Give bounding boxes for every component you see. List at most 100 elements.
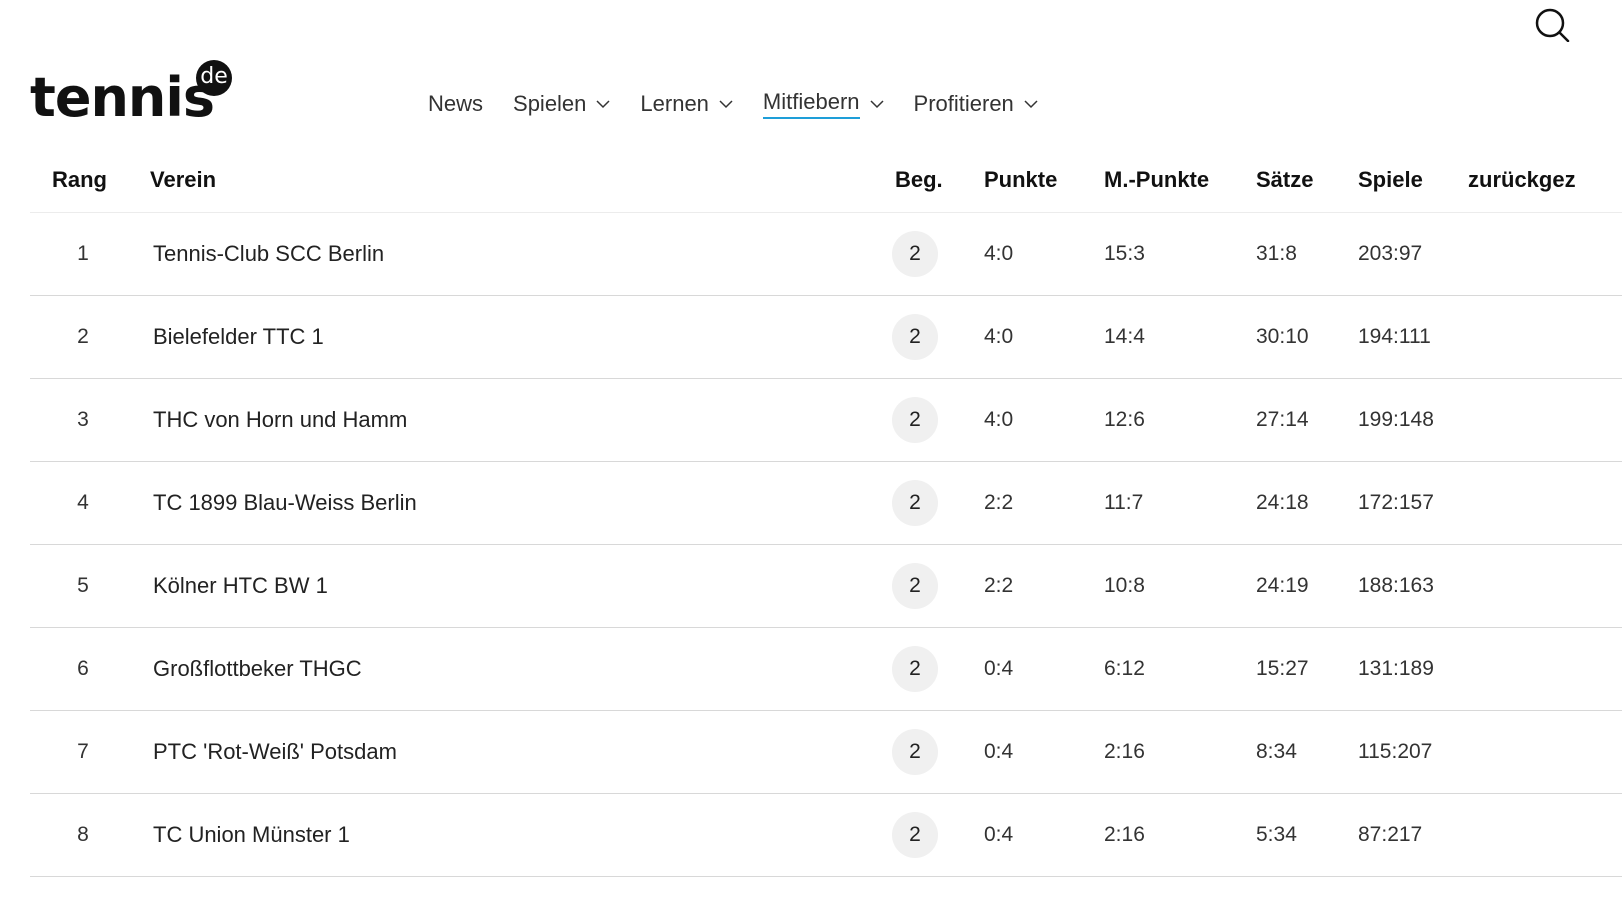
chevron-down-icon xyxy=(869,100,884,109)
cell-punkte: 4:0 xyxy=(984,325,1014,348)
cell-spiele: 194:111 xyxy=(1358,325,1431,348)
cell-m-punkte: 12:6 xyxy=(1104,408,1145,431)
nav-item-profitieren[interactable]: Profitieren xyxy=(914,86,1038,122)
cell-verein[interactable]: Bielefelder TTC 1 xyxy=(150,324,892,350)
cell-punkte: 0:4 xyxy=(984,657,1014,680)
nav-label: Spielen xyxy=(513,91,587,116)
main-nav: News Spielen Lernen Mitfiebern Profitier… xyxy=(428,86,1068,122)
cell-rang: 8 xyxy=(77,823,89,846)
cell-verein[interactable]: Kölner HTC BW 1 xyxy=(150,573,892,599)
cell-punkte: 0:4 xyxy=(984,740,1014,763)
cell-saetze: 5:34 xyxy=(1256,823,1297,846)
nav-label: Profitieren xyxy=(913,91,1014,116)
beg-count-badge: 2 xyxy=(892,314,938,360)
header-m-punkte[interactable]: M.-Punkte xyxy=(1104,167,1256,193)
cell-spiele: 131:189 xyxy=(1358,657,1434,680)
cell-beg: 2 xyxy=(892,480,984,526)
table-body: 1 Tennis-Club SCC Berlin 2 4:0 15:3 31:8 203:9… xyxy=(30,213,1622,877)
header-verein[interactable]: Verein xyxy=(150,167,892,193)
table-row[interactable]: 2 Bielefelder TTC 1 2 4:0 14:4 30:10 194:111 xyxy=(30,296,1622,379)
chevron-down-icon xyxy=(596,100,610,109)
nav-label: Mitfiebern xyxy=(762,89,860,119)
logo-wordmark: tennis xyxy=(30,66,215,129)
cell-punkte: 4:0 xyxy=(984,242,1014,265)
nav-item-spielen[interactable]: Spielen xyxy=(513,86,610,122)
header-zurueckgezogen[interactable]: zurückgez xyxy=(1468,167,1608,193)
cell-rang: 1 xyxy=(77,242,89,265)
cell-spiele: 172:157 xyxy=(1358,491,1434,514)
search-button[interactable] xyxy=(1534,6,1570,43)
cell-punkte: 2:2 xyxy=(984,574,1014,597)
cell-saetze: 27:14 xyxy=(1256,408,1309,431)
beg-count-badge: 2 xyxy=(892,646,938,692)
cell-beg: 2 xyxy=(892,646,984,692)
cell-saetze: 24:18 xyxy=(1256,491,1309,514)
cell-beg: 2 xyxy=(892,314,984,360)
beg-count-badge: 2 xyxy=(892,480,938,526)
cell-beg: 2 xyxy=(892,563,984,609)
cell-verein[interactable]: PTC 'Rot-Weiß' Potsdam xyxy=(150,739,892,765)
search-icon xyxy=(1535,8,1570,43)
table-row[interactable]: 5 Kölner HTC BW 1 2 2:2 10:8 24:19 188:163 xyxy=(30,545,1622,628)
header-spiele[interactable]: Spiele xyxy=(1358,167,1468,193)
nav-item-news[interactable]: News xyxy=(428,86,483,122)
table-row[interactable]: 4 TC 1899 Blau-Weiss Berlin 2 2:2 11:7 24:18 1… xyxy=(30,462,1622,545)
cell-saetze: 8:34 xyxy=(1256,740,1297,763)
cell-rang: 3 xyxy=(77,408,89,431)
nav-item-mitfiebern[interactable]: Mitfiebern xyxy=(762,86,884,122)
cell-m-punkte: 15:3 xyxy=(1104,242,1145,265)
cell-m-punkte: 6:12 xyxy=(1104,657,1145,680)
cell-saetze: 30:10 xyxy=(1256,325,1309,348)
header-rang[interactable]: Rang xyxy=(30,167,150,193)
tennis-de-logo[interactable]: tennis de xyxy=(30,58,250,130)
beg-count-badge: 2 xyxy=(892,397,938,443)
cell-rang: 5 xyxy=(77,574,89,597)
cell-rang: 2 xyxy=(77,325,89,348)
cell-m-punkte: 2:16 xyxy=(1104,740,1145,763)
chevron-down-icon xyxy=(719,100,733,109)
standings-table: Rang Verein Beg. Punkte M.-Punkte Sätze … xyxy=(30,148,1622,877)
nav-label: News xyxy=(428,91,484,116)
cell-rang: 7 xyxy=(77,740,89,763)
cell-spiele: 188:163 xyxy=(1358,574,1434,597)
beg-count-badge: 2 xyxy=(892,231,938,277)
cell-verein[interactable]: THC von Horn und Hamm xyxy=(150,407,892,433)
chevron-down-icon xyxy=(1024,100,1038,109)
beg-count-badge: 2 xyxy=(892,812,938,858)
cell-verein[interactable]: Tennis-Club SCC Berlin xyxy=(150,241,892,267)
cell-beg: 2 xyxy=(892,729,984,775)
cell-punkte: 2:2 xyxy=(984,491,1014,514)
logo-badge: de xyxy=(196,60,232,96)
cell-m-punkte: 14:4 xyxy=(1104,325,1145,348)
cell-rang: 6 xyxy=(77,657,89,680)
cell-rang: 4 xyxy=(77,491,89,514)
table-header: Rang Verein Beg. Punkte M.-Punkte Sätze … xyxy=(30,148,1622,213)
table-row[interactable]: 7 PTC 'Rot-Weiß' Potsdam 2 0:4 2:16 8:34 115:2… xyxy=(30,711,1622,794)
beg-count-badge: 2 xyxy=(892,563,938,609)
cell-verein[interactable]: TC Union Münster 1 xyxy=(150,822,892,848)
header-beg[interactable]: Beg. xyxy=(892,167,984,193)
nav-label: Lernen xyxy=(640,91,709,116)
nav-item-lernen[interactable]: Lernen xyxy=(640,86,733,122)
cell-beg: 2 xyxy=(892,812,984,858)
cell-verein[interactable]: Großflottbeker THGC xyxy=(150,656,892,682)
cell-saetze: 24:19 xyxy=(1256,574,1309,597)
cell-spiele: 87:217 xyxy=(1358,823,1423,846)
cell-punkte: 0:4 xyxy=(984,823,1014,846)
header-saetze[interactable]: Sätze xyxy=(1256,167,1358,193)
cell-spiele: 203:97 xyxy=(1358,242,1423,265)
cell-beg: 2 xyxy=(892,231,984,277)
cell-saetze: 31:8 xyxy=(1256,242,1297,265)
cell-punkte: 4:0 xyxy=(984,408,1014,431)
cell-m-punkte: 11:7 xyxy=(1104,491,1144,514)
table-row[interactable]: 6 Großflottbeker THGC 2 0:4 6:12 15:27 131:189 xyxy=(30,628,1622,711)
table-row[interactable]: 1 Tennis-Club SCC Berlin 2 4:0 15:3 31:8 203:9… xyxy=(30,213,1622,296)
table-row[interactable]: 3 THC von Horn und Hamm 2 4:0 12:6 27:14 199:1… xyxy=(30,379,1622,462)
cell-m-punkte: 2:16 xyxy=(1104,823,1145,846)
table-row[interactable]: 8 TC Union Münster 1 2 0:4 2:16 5:34 87:217 xyxy=(30,794,1622,877)
header-punkte[interactable]: Punkte xyxy=(984,167,1104,193)
cell-spiele: 115:207 xyxy=(1358,740,1433,763)
beg-count-badge: 2 xyxy=(892,729,938,775)
cell-verein[interactable]: TC 1899 Blau-Weiss Berlin xyxy=(150,490,892,516)
cell-saetze: 15:27 xyxy=(1256,657,1309,680)
